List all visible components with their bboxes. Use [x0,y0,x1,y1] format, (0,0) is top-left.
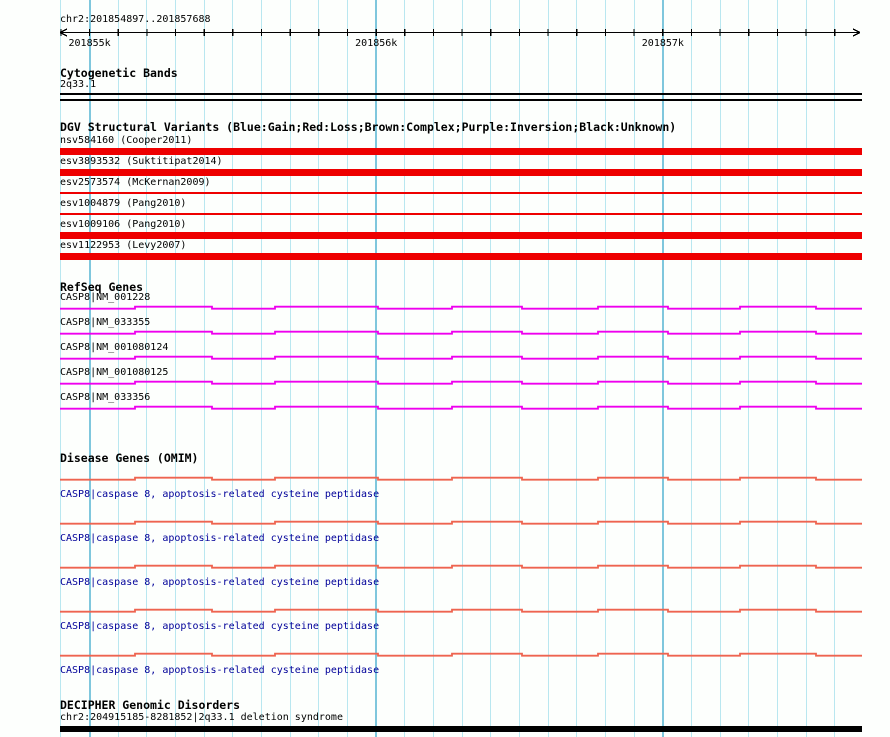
ruler-axis-path [60,29,860,36]
gridline-minor [720,0,721,737]
ruler-tick-label: 201857k [642,38,684,50]
gridline-minor [519,0,520,737]
gridline-minor [605,0,606,737]
ruler-tick-label: 201856k [355,38,397,50]
refseq-gene-glyph-path [60,332,862,334]
omim-gene-glyph-path [60,566,862,568]
omim-gene-glyph[interactable] [60,651,862,658]
refseq-gene-label[interactable]: CASP8|NM_001080124 [60,342,168,354]
omim-gene-label[interactable]: CASP8|caspase 8, apoptosis-related cyste… [60,621,379,633]
omim-gene-glyph[interactable] [60,607,862,614]
gridline-minor [548,0,549,737]
omim-gene-glyph-path [60,522,862,524]
omim-gene-label[interactable]: CASP8|caspase 8, apoptosis-related cyste… [60,665,379,677]
dgv-variant-glyph[interactable] [60,169,862,176]
gridline-minor [777,0,778,737]
omim-gene-label[interactable]: CASP8|caspase 8, apoptosis-related cyste… [60,533,379,545]
refseq-gene-label[interactable]: CASP8|NM_033355 [60,317,150,329]
omim-gene-glyph-path [60,610,862,612]
omim-gene-glyph-path [60,478,862,480]
refseq-gene-glyph[interactable] [60,329,862,336]
omim-gene-label[interactable]: CASP8|caspase 8, apoptosis-related cyste… [60,577,379,589]
omim-gene-glyph[interactable] [60,519,862,526]
gridline-minor [404,0,405,737]
dgv-variant-glyph[interactable] [60,232,862,239]
gridline-minor [490,0,491,737]
gridline-minor [634,0,635,737]
gridline-minor [433,0,434,737]
refseq-gene-glyph-path [60,382,862,384]
refseq-gene-glyph[interactable] [60,379,862,386]
refseq-gene-glyph[interactable] [60,304,862,311]
cytoband-glyph [60,93,862,101]
refseq-gene-glyph-path [60,307,862,309]
cytoband-label: 2q33.1 [60,79,96,91]
omim-gene-label[interactable]: CASP8|caspase 8, apoptosis-related cyste… [60,489,379,501]
refseq-gene-label[interactable]: CASP8|NM_001080125 [60,367,168,379]
dgv-variant-glyph[interactable] [60,148,862,155]
omim-gene-glyph-path [60,654,862,656]
dgv-variant-label[interactable]: esv2573574 (McKernan2009) [60,177,211,189]
dgv-variant-label[interactable]: esv1009106 (Pang2010) [60,219,186,231]
refseq-gene-label[interactable]: CASP8|NM_033356 [60,392,150,404]
omim-gene-glyph[interactable] [60,563,862,570]
refseq-gene-glyph-path [60,357,862,359]
gridline-major [662,0,664,737]
dgv-variant-label[interactable]: esv3893532 (Suktitipat2014) [60,156,223,168]
dgv-variant-glyph[interactable] [60,192,862,194]
dgv-variant-label[interactable]: esv1122953 (Levy2007) [60,240,186,252]
refseq-gene-label[interactable]: CASP8|NM_001228 [60,292,150,304]
refseq-gene-glyph[interactable] [60,404,862,411]
refseq-gene-glyph[interactable] [60,354,862,361]
ruler-tick-label: 201855k [69,38,111,50]
region-coordinates-label: chr2:201854897..201857688 [60,14,211,26]
track-title-dgv-variants: DGV Structural Variants (Blue:Gain;Red:L… [60,121,676,134]
dgv-variant-glyph[interactable] [60,253,862,260]
track-title-decipher-disorders: DECIPHER Genomic Disorders [60,699,240,712]
gridline-minor [748,0,749,737]
dgv-variant-label[interactable]: esv1004879 (Pang2010) [60,198,186,210]
track-title-disease-genes-omim: Disease Genes (OMIM) [60,452,198,465]
dgv-variant-label[interactable]: nsv584160 (Cooper2011) [60,135,192,147]
gridline-minor [462,0,463,737]
decipher-disorder-label[interactable]: chr2:204915185-8281852|2q33.1 deletion s… [60,712,343,724]
genome-browser-view: chr2:201854897..201857688 201855k 201856k… [0,0,890,737]
refseq-gene-glyph-path [60,407,862,409]
decipher-disorder-glyph[interactable] [60,726,862,732]
dgv-variant-glyph[interactable] [60,213,862,215]
gridline-minor [806,0,807,737]
omim-gene-glyph[interactable] [60,475,862,482]
gridline-minor [576,0,577,737]
gridline-minor [691,0,692,737]
gridline-minor [834,0,835,737]
